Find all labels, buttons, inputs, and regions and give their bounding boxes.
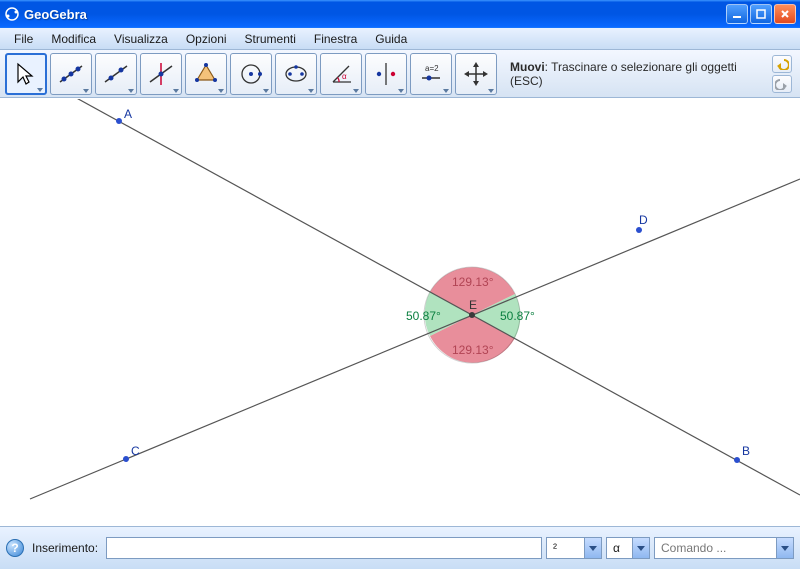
chevron-down-icon (308, 89, 314, 93)
tool-slider[interactable]: a=2 (410, 53, 452, 95)
menu-window[interactable]: Finestra (306, 30, 365, 48)
geometry-svg (0, 99, 800, 526)
menu-file[interactable]: File (6, 30, 41, 48)
chevron-down-icon (443, 89, 449, 93)
right-icons (772, 55, 795, 93)
window-title: GeoGebra (24, 7, 726, 22)
chevron-down-icon[interactable] (632, 538, 649, 558)
chevron-down-icon (128, 89, 134, 93)
redo-button[interactable] (772, 75, 792, 93)
chevron-down-icon (37, 88, 43, 92)
titlebar: GeoGebra (0, 0, 800, 28)
menu-help[interactable]: Guida (367, 30, 415, 48)
tool-perpendicular[interactable] (140, 53, 182, 95)
command-combo[interactable]: Comando ... (654, 537, 794, 559)
tool-conic[interactable] (275, 53, 317, 95)
chevron-down-icon (488, 89, 494, 93)
tool-reflect[interactable] (365, 53, 407, 95)
menu-tools[interactable]: Strumenti (237, 30, 304, 48)
chevron-down-icon (173, 89, 179, 93)
maximize-button[interactable] (750, 4, 772, 24)
angle-left: 50.87° (406, 309, 441, 323)
point-label-e: E (469, 298, 477, 312)
tool-move[interactable] (5, 53, 47, 95)
menu-edit[interactable]: Modifica (43, 30, 104, 48)
canvas[interactable]: A B C D E 129.13° 129.13° 50.87° 50.87° (0, 98, 800, 526)
chevron-down-icon (218, 89, 224, 93)
toolbar: α a=2 Muovi: Trascinare o selezionare gl… (0, 50, 800, 98)
chevron-down-icon[interactable] (584, 538, 601, 558)
chevron-down-icon (353, 89, 359, 93)
input-label: Inserimento: (28, 541, 102, 555)
tool-hint-name: Muovi (510, 60, 545, 74)
angle-right: 50.87° (500, 309, 535, 323)
angle-top: 129.13° (452, 275, 494, 289)
app-icon (4, 6, 20, 22)
menu-view[interactable]: Visualizza (106, 30, 176, 48)
command-placeholder: Comando ... (655, 541, 776, 555)
help-icon[interactable]: ? (6, 539, 24, 557)
command-input[interactable] (106, 537, 542, 559)
tool-move-view[interactable] (455, 53, 497, 95)
menubar: File Modifica Visualizza Opzioni Strumen… (0, 28, 800, 50)
chevron-down-icon (263, 89, 269, 93)
tool-line[interactable] (95, 53, 137, 95)
point-label-d: D (639, 213, 648, 227)
tool-hint-text: : Trascinare o selezionare gli oggetti (… (510, 60, 737, 88)
angle-bottom: 129.13° (452, 343, 494, 357)
minimize-button[interactable] (726, 4, 748, 24)
greek-combo[interactable]: α (606, 537, 650, 559)
svg-text:a=2: a=2 (425, 64, 439, 73)
tool-angle[interactable]: α (320, 53, 362, 95)
tool-polygon[interactable] (185, 53, 227, 95)
greek-value: α (607, 541, 632, 555)
tool-hint: Muovi: Trascinare o selezionare gli ogge… (500, 60, 769, 88)
window-buttons (726, 4, 796, 24)
chevron-down-icon (83, 89, 89, 93)
svg-text:α: α (342, 72, 347, 81)
chevron-down-icon (398, 89, 404, 93)
tool-point[interactable] (50, 53, 92, 95)
close-button[interactable] (774, 4, 796, 24)
undo-button[interactable] (772, 55, 792, 73)
point-label-a: A (124, 107, 132, 121)
point-label-b: B (742, 444, 750, 458)
point-label-c: C (131, 444, 140, 458)
exponent-combo[interactable]: ² (546, 537, 602, 559)
statusbar: ? Inserimento: ² α Comando ... (0, 526, 800, 569)
chevron-down-icon[interactable] (776, 538, 793, 558)
exponent-value: ² (547, 541, 584, 555)
tool-circle[interactable] (230, 53, 272, 95)
menu-options[interactable]: Opzioni (178, 30, 235, 48)
